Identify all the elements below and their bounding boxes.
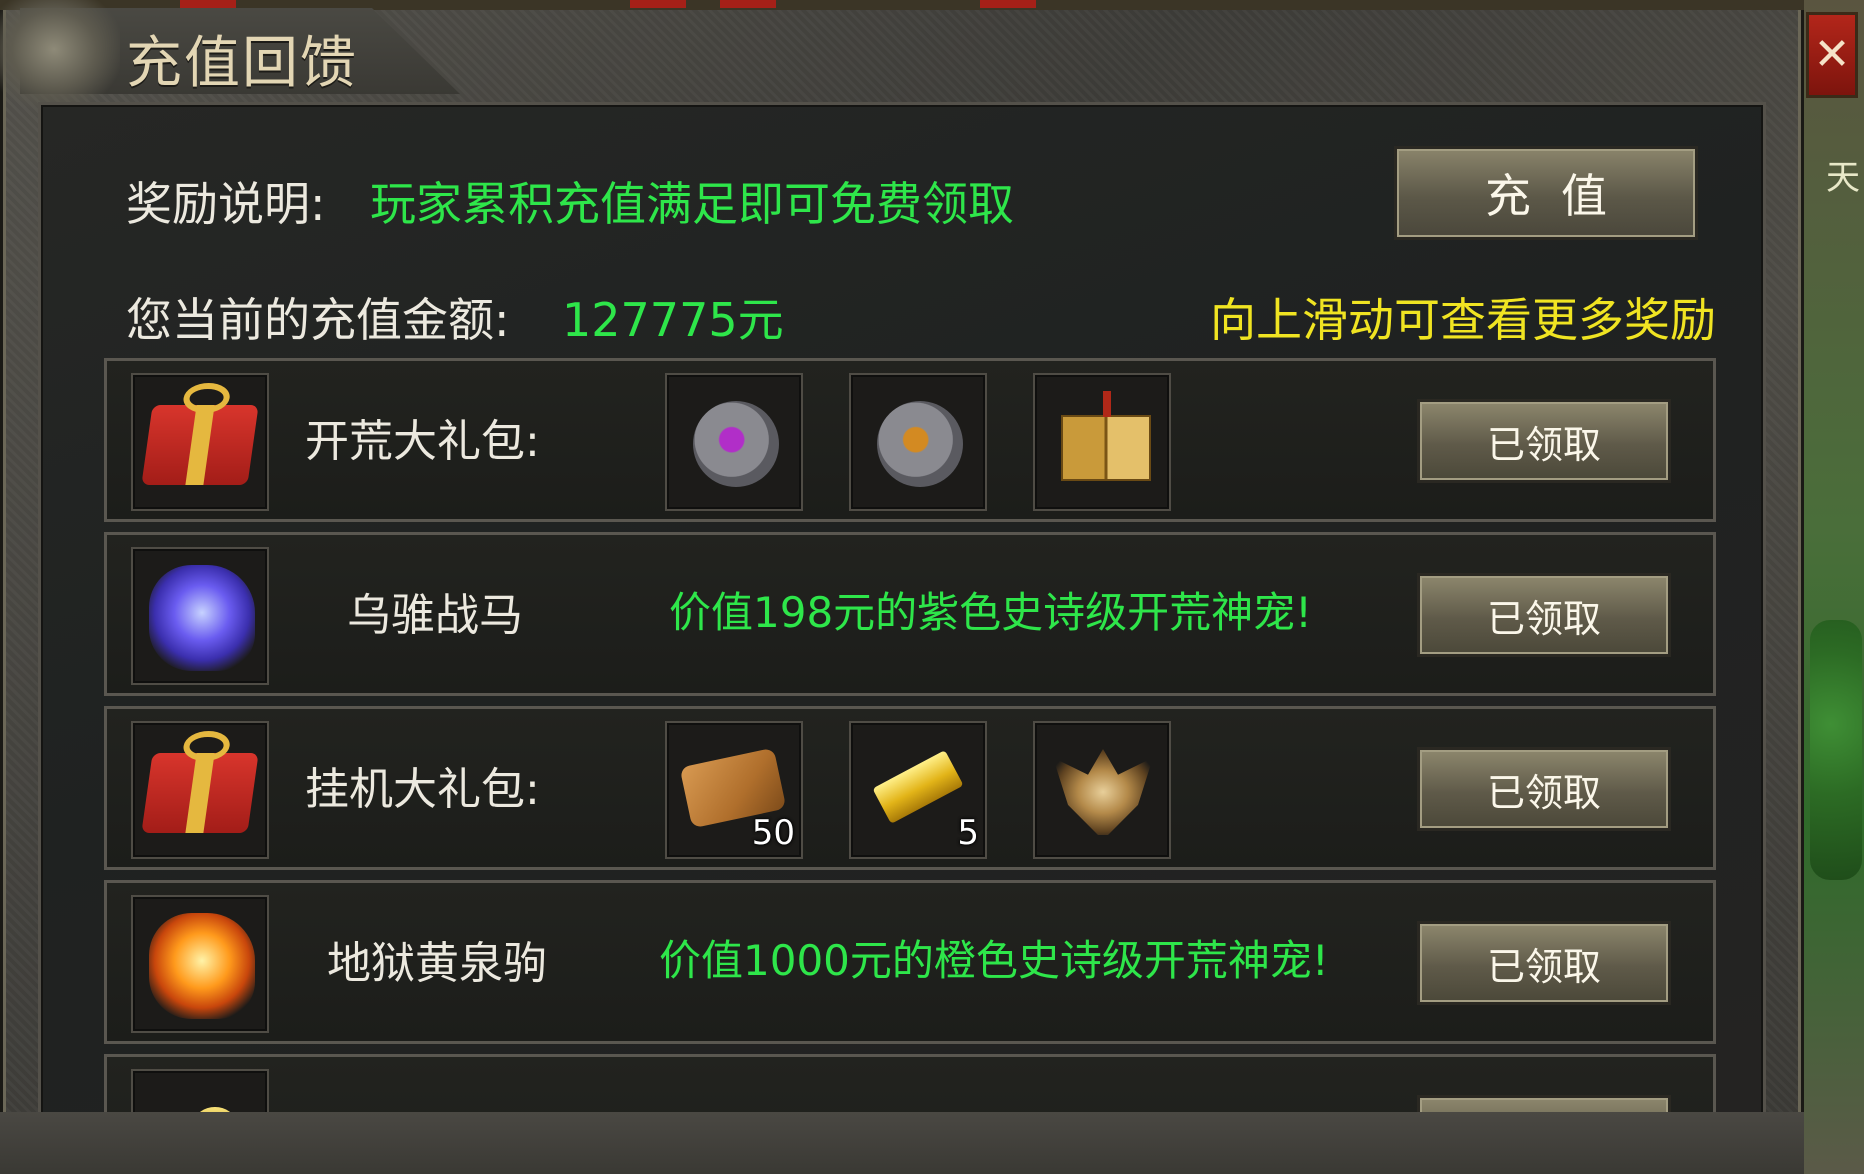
fire-steed-icon[interactable] <box>131 895 269 1033</box>
reward-row: 开荒大礼包: 已领取 <box>104 358 1716 522</box>
recharge-reward-panel: 充值回馈 奖励说明: 玩家累积充值满足即可免费领取 充值 您当前的充值金额: 1… <box>0 0 1804 1174</box>
reward-name: 地狱黄泉驹 <box>327 938 547 989</box>
bottom-frame <box>0 1112 1804 1174</box>
gold-bar-icon[interactable]: 5 <box>849 721 987 859</box>
purple-scroll-icon[interactable] <box>665 373 803 511</box>
close-button[interactable]: ✕ <box>1806 12 1858 98</box>
reward-desc-text: 玩家累积充值满足即可免费领取 <box>370 177 1014 231</box>
claimed-button[interactable]: 已领取 <box>1417 921 1671 1005</box>
close-icon: ✕ <box>1813 29 1851 80</box>
item-quantity: 5 <box>957 813 979 853</box>
claimed-button[interactable]: 已领取 <box>1417 399 1671 483</box>
game-world-backdrop: 天 <box>1804 0 1864 1174</box>
current-amount-value: 127775元 <box>562 293 784 347</box>
reward-list[interactable]: 开荒大礼包: 已领取 乌骓战马 价值198元的紫色史诗级开荒神宠! 已领取 挂机… <box>104 356 1716 1112</box>
parchment-scroll-icon[interactable]: 50 <box>665 721 803 859</box>
wings-emblem-icon[interactable] <box>1033 721 1171 859</box>
current-amount-label: 您当前的充值金额: <box>126 293 510 347</box>
reward-name: 乌骓战马 <box>347 590 523 641</box>
reward-name: 挂机大礼包: <box>305 764 540 815</box>
recharge-button[interactable]: 充值 <box>1394 146 1698 240</box>
scroll-hint: 向上滑动可查看更多奖励 <box>1210 293 1716 347</box>
reward-desc-label: 奖励说明: <box>126 177 326 231</box>
reward-row: 乌骓战马 价值198元的紫色史诗级开荒神宠! 已领取 <box>104 532 1716 696</box>
reward-row-partial <box>104 1054 1716 1112</box>
reward-row: 挂机大礼包: 50 5 已领取 <box>104 706 1716 870</box>
skill-book-icon[interactable] <box>1033 373 1171 511</box>
dragon-ornament-icon <box>0 0 120 110</box>
gift-box-icon[interactable] <box>131 721 269 859</box>
claimed-button[interactable]: 已领取 <box>1417 573 1671 657</box>
claimed-button[interactable]: 已领取 <box>1417 747 1671 831</box>
reward-name: 开荒大礼包: <box>305 416 540 467</box>
item-quantity: 50 <box>751 813 795 853</box>
gold-coin-icon[interactable] <box>131 1069 269 1112</box>
blue-warhorse-icon[interactable] <box>131 547 269 685</box>
window-title: 充值回馈 <box>126 31 358 96</box>
world-glyph: 天 <box>1826 158 1860 198</box>
reward-row: 地狱黄泉驹 价值1000元的橙色史诗级开荒神宠! 已领取 <box>104 880 1716 1044</box>
reward-description: 价值1000元的橙色史诗级开荒神宠! <box>659 936 1329 985</box>
orange-scroll-icon[interactable] <box>849 373 987 511</box>
tree-sprite <box>1810 620 1862 880</box>
claim-button-partial[interactable] <box>1417 1095 1671 1112</box>
reward-description: 价值198元的紫色史诗级开荒神宠! <box>669 588 1313 637</box>
gift-box-icon[interactable] <box>131 373 269 511</box>
